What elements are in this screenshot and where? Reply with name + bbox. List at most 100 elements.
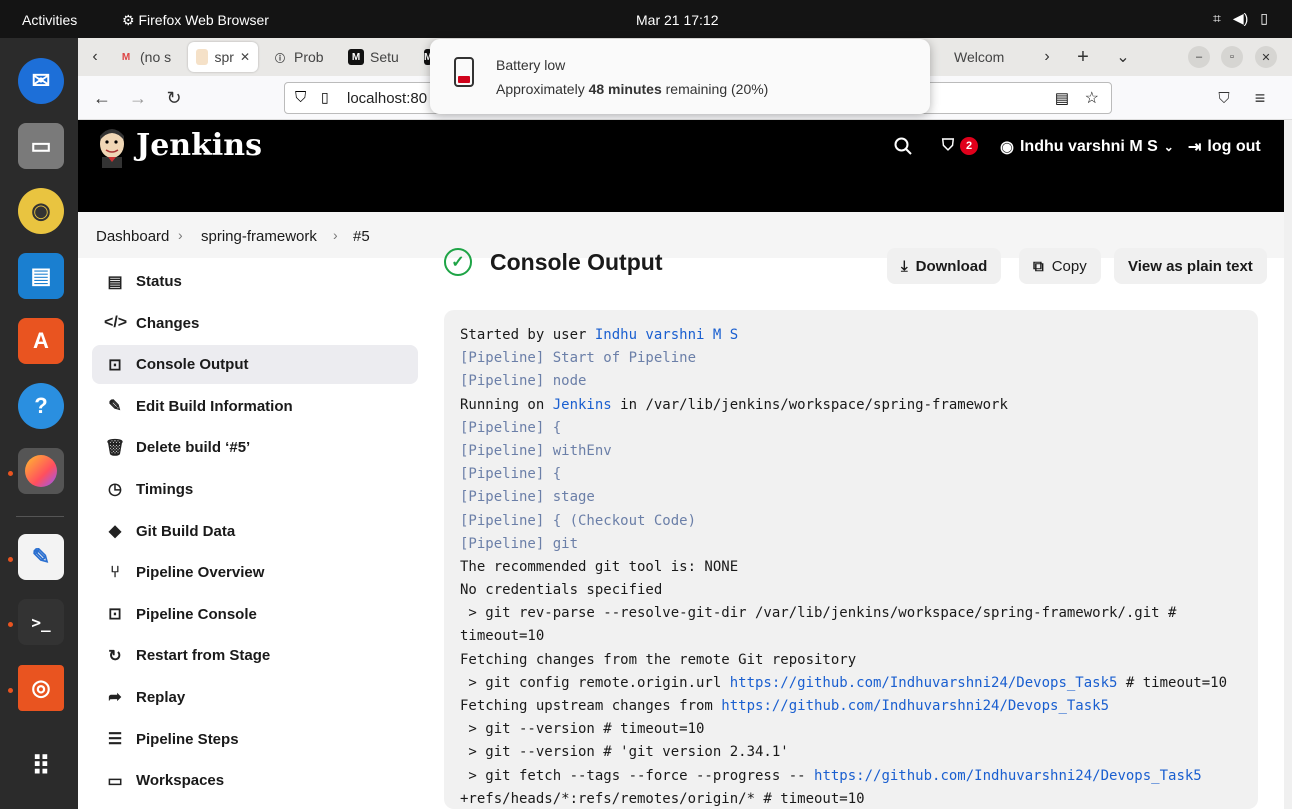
jenkins-logo-icon[interactable]	[96, 128, 128, 168]
tab-welcome[interactable]: Welcom	[946, 42, 1026, 72]
list-tabs-icon[interactable]: ⌄	[1112, 46, 1134, 68]
console-output[interactable]: Started by user Indhu varshni M S [Pipeli…	[444, 310, 1258, 809]
active-app-menu[interactable]: ⚙ Firefox Web Browser	[122, 12, 269, 29]
user-icon: ◉	[1000, 139, 1014, 156]
search-icon[interactable]	[894, 137, 912, 155]
console-link[interactable]: Indhu varshni M S	[595, 327, 738, 343]
jenkins-brand[interactable]: Jenkins	[136, 128, 262, 163]
sidebar-item-changes[interactable]: </> Changes	[92, 304, 418, 343]
sidebar-item-pipeline-console[interactable]: ⊡ Pipeline Console	[92, 595, 418, 634]
libreoffice-writer-icon[interactable]: ▤	[18, 253, 64, 299]
console-line: > git config remote.origin.url https://g…	[460, 672, 1242, 695]
console-text: timeout=10	[460, 628, 545, 645]
console-line: No credentials specified	[460, 579, 1242, 602]
console-text: [Pipeline] {	[460, 466, 562, 483]
sidebar-item-restart-from-stage[interactable]: ↻ Restart from Stage	[92, 636, 418, 675]
view-plain-text-label: View as plain text	[1128, 257, 1253, 275]
pocket-icon[interactable]: ⛉	[1212, 86, 1236, 110]
shield-alert-icon: ⛉	[942, 137, 955, 154]
console-text: +refs/heads/*:refs/remotes/origin/* # ti…	[460, 790, 865, 807]
sidebar-item-git-build-data[interactable]: ◆ Git Build Data	[92, 512, 418, 551]
tab-problem[interactable]: ⓘ Prob	[264, 42, 336, 72]
status-icon: ▤	[107, 273, 123, 291]
tab-label: spr	[214, 49, 234, 65]
bookmark-star-icon[interactable]: ☆	[1085, 88, 1099, 108]
text-editor-icon[interactable]: ✎	[18, 534, 64, 580]
files-icon[interactable]: ▭	[18, 123, 64, 169]
breadcrumb: Dashboard › spring-framework › #5	[78, 212, 1284, 258]
console-link[interactable]: Jenkins	[553, 397, 612, 413]
breadcrumb-build[interactable]: #5	[353, 228, 370, 245]
sidebar-item-label: Pipeline Steps	[136, 730, 239, 748]
logout-link[interactable]: ⇥ log out	[1188, 137, 1261, 157]
folder-icon: ▭	[107, 772, 123, 790]
back-icon[interactable]: ←	[90, 86, 114, 110]
download-button[interactable]: ⤓ Download	[887, 248, 1002, 284]
system-status-area[interactable]: ⌗ ◀) ▯	[1213, 10, 1268, 27]
ubuntu-icon[interactable]: ◎	[18, 665, 64, 711]
tab-label: Welcom	[954, 49, 1005, 65]
console-link[interactable]: https://github.com/Indhuvarshni24/Devops…	[814, 768, 1202, 784]
close-icon[interactable]: ✕	[240, 50, 250, 64]
sidebar-item-pipeline-steps[interactable]: ☰ Pipeline Steps	[92, 720, 418, 759]
sidebar-item-timings[interactable]: ◷ Timings	[92, 470, 418, 509]
console-line: The recommended git tool is: NONE	[460, 556, 1242, 579]
tab-label: (no s	[140, 49, 172, 65]
page-info-icon[interactable]: ▯	[321, 89, 329, 106]
trash-icon: 🗑	[104, 439, 126, 457]
new-tab-icon[interactable]: +	[1072, 46, 1094, 68]
logout-label: log out	[1207, 138, 1261, 155]
console-text: > git --version # 'git version 2.34.1'	[460, 744, 789, 761]
security-alerts[interactable]: ⛉ 2	[942, 137, 979, 155]
battery-low-notification[interactable]: Battery low Approximately 48 minutes rem…	[430, 39, 930, 114]
volume-icon: ◀)	[1232, 10, 1249, 26]
terminal-icon[interactable]: >_	[18, 599, 64, 645]
forward-icon[interactable]: →	[126, 86, 150, 110]
rhythmbox-icon[interactable]: ◉	[18, 188, 64, 234]
chevron-right-icon: ›	[333, 227, 338, 243]
clock[interactable]: Mar 21 17:12	[636, 12, 719, 28]
app-center-icon[interactable]: A	[18, 318, 64, 364]
jenkins-favicon	[196, 49, 209, 65]
breadcrumb-job[interactable]: spring-framework	[201, 228, 317, 245]
reader-view-icon[interactable]: ▤	[1055, 89, 1069, 107]
breadcrumb-dashboard[interactable]: Dashboard	[96, 228, 169, 245]
sidebar-item-console-output[interactable]: ⊡ Console Output	[92, 345, 418, 385]
copy-button[interactable]: ⧉ Copy	[1019, 248, 1101, 284]
tab-jenkins[interactable]: spr ✕	[188, 42, 258, 72]
tab-setup[interactable]: M Setu	[340, 42, 412, 72]
console-line: [Pipeline] {	[460, 463, 1242, 486]
sidebar-item-edit-build-information[interactable]: ✎ Edit Build Information	[92, 387, 418, 426]
tab-gmail[interactable]: M (no s	[110, 42, 184, 72]
sidebar-item-status[interactable]: ▤ Status	[92, 262, 418, 301]
close-window-icon[interactable]: ✕	[1255, 46, 1277, 68]
sidebar-item-pipeline-overview[interactable]: ⑂ Pipeline Overview	[92, 553, 418, 592]
minimize-icon[interactable]: –	[1188, 46, 1210, 68]
help-icon[interactable]: ?	[18, 383, 64, 429]
tab-scroll-left-icon[interactable]: ‹	[84, 46, 106, 68]
console-link[interactable]: https://github.com/Indhuvarshni24/Devops…	[730, 675, 1118, 691]
url-text[interactable]: localhost:80	[347, 90, 427, 107]
gmail-icon: M	[121, 51, 131, 63]
maximize-icon[interactable]: ▫	[1221, 46, 1243, 68]
menu-icon[interactable]: ≡	[1248, 86, 1272, 110]
activities-button[interactable]: Activities	[22, 12, 77, 28]
reload-icon[interactable]: ↻	[162, 86, 186, 110]
console-line: [Pipeline] git	[460, 533, 1242, 556]
sidebar-item-delete-build[interactable]: 🗑 Delete build ‘#5’	[92, 428, 418, 467]
jenkins-header: Jenkins ⛉ 2 ◉ Indhu varshni M S ⌄ ⇥ log …	[78, 120, 1284, 212]
show-apps-icon[interactable]: ⠿	[18, 743, 64, 789]
page-scrollbar[interactable]	[1284, 120, 1292, 809]
tab-scroll-right-icon[interactable]: ›	[1036, 46, 1058, 68]
sidebar-item-replay[interactable]: ➦ Replay	[92, 678, 418, 717]
sidebar-item-workspaces[interactable]: ▭ Workspaces	[92, 761, 418, 800]
thunderbird-icon[interactable]: ✉	[18, 58, 64, 104]
console-link[interactable]: https://github.com/Indhuvarshni24/Devops…	[721, 698, 1109, 714]
dock: ✉ ▭ ◉ ▤ A ? ✎ >_ ◎ ⠿	[0, 38, 78, 809]
view-plain-text-button[interactable]: View as plain text	[1114, 248, 1267, 284]
notification-body: Approximately 48 minutes remaining (20%)	[496, 81, 768, 97]
firefox-icon[interactable]	[18, 448, 64, 494]
shield-icon[interactable]: ⛉	[295, 89, 306, 106]
sidebar-item-label: Status	[136, 273, 182, 290]
user-menu[interactable]: ◉ Indhu varshni M S ⌄	[1000, 137, 1174, 157]
